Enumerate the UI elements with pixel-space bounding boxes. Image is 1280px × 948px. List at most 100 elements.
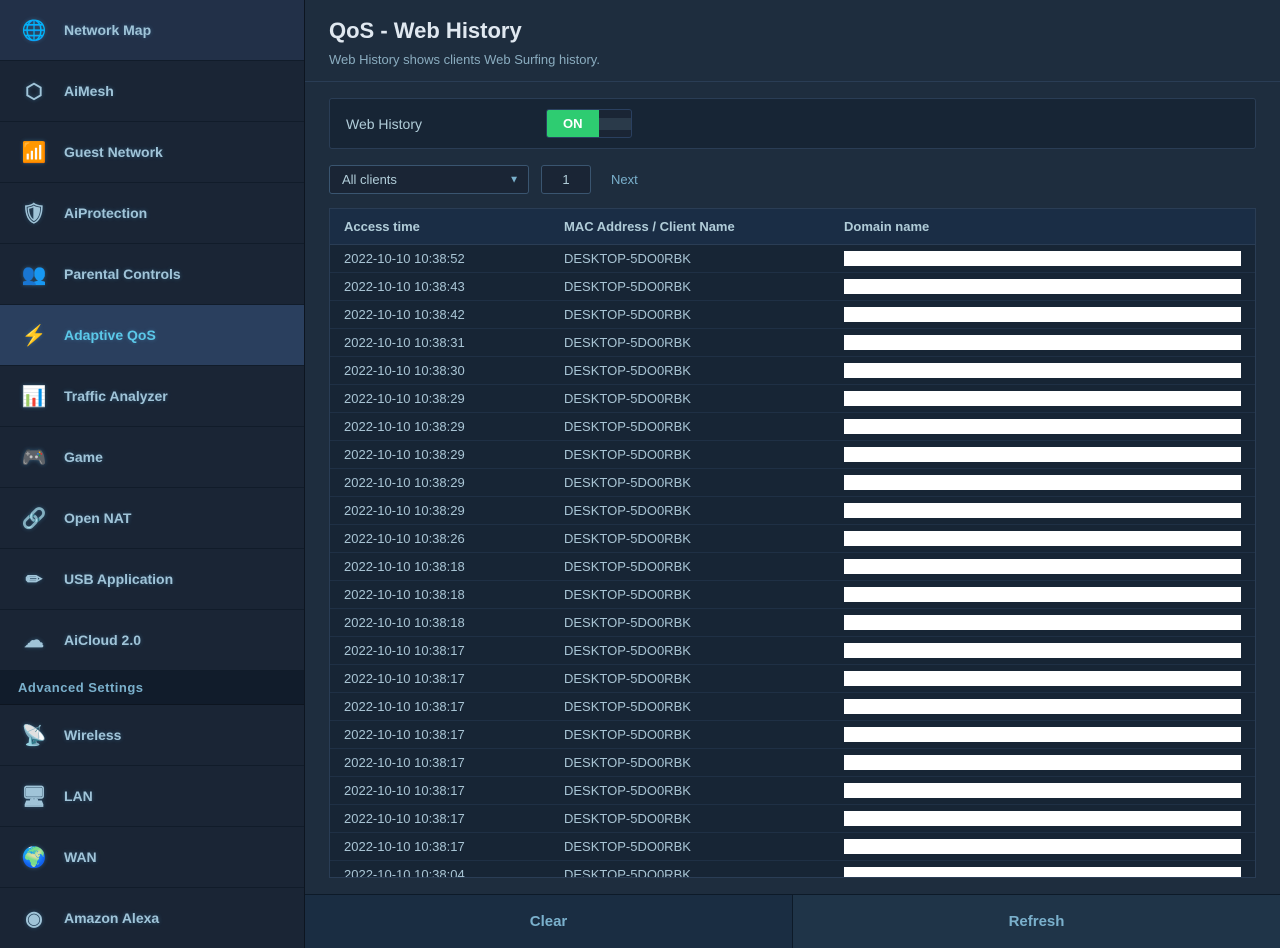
table-row: 2022-10-10 10:38:29DESKTOP-5DO0RBK: [330, 441, 1255, 469]
qos-icon: ⚡: [18, 319, 50, 351]
cell-time: 2022-10-10 10:38:18: [344, 615, 564, 630]
lan-icon: 🖥: [18, 780, 50, 812]
web-history-toggle[interactable]: ON: [546, 109, 632, 138]
cell-client: DESKTOP-5DO0RBK: [564, 503, 844, 518]
sidebar-item-aiprotection[interactable]: 🛡AiProtection: [0, 183, 304, 244]
cell-client: DESKTOP-5DO0RBK: [564, 419, 844, 434]
page-header: QoS - Web History Web History shows clie…: [305, 0, 1280, 82]
cell-domain: [844, 307, 1241, 322]
parents-icon: 👥: [18, 258, 50, 290]
globe-icon: 🌐: [18, 14, 50, 46]
cell-client: DESKTOP-5DO0RBK: [564, 867, 844, 877]
web-history-table: Access time MAC Address / Client Name Do…: [329, 208, 1256, 878]
cell-client: DESKTOP-5DO0RBK: [564, 811, 844, 826]
sidebar-item-game[interactable]: 🎮Game: [0, 427, 304, 488]
cell-client: DESKTOP-5DO0RBK: [564, 839, 844, 854]
wan-icon: 🌍: [18, 841, 50, 873]
cell-domain: [844, 783, 1241, 798]
cell-time: 2022-10-10 10:38:17: [344, 727, 564, 742]
sidebar-item-aicloud[interactable]: ☁AiCloud 2.0: [0, 610, 304, 671]
sidebar-item-guest-network[interactable]: 📶Guest Network: [0, 122, 304, 183]
cell-domain: [844, 447, 1241, 462]
footer-buttons: Clear Refresh: [305, 894, 1280, 948]
sidebar-item-usb-application[interactable]: ✏USB Application: [0, 549, 304, 610]
table-row: 2022-10-10 10:38:29DESKTOP-5DO0RBK: [330, 469, 1255, 497]
table-row: 2022-10-10 10:38:17DESKTOP-5DO0RBK: [330, 749, 1255, 777]
table-body: 2022-10-10 10:38:52DESKTOP-5DO0RBK2022-1…: [330, 245, 1255, 877]
cell-domain: [844, 587, 1241, 602]
cell-time: 2022-10-10 10:38:29: [344, 475, 564, 490]
cell-time: 2022-10-10 10:38:30: [344, 363, 564, 378]
sidebar: 🌐 Network Map ⬡AiMesh📶Guest Network🛡AiProt…: [0, 0, 305, 948]
sidebar-item-amazon-alexa[interactable]: ◉Amazon Alexa: [0, 888, 304, 948]
cell-time: 2022-10-10 10:38:04: [344, 867, 564, 877]
next-button[interactable]: Next: [603, 168, 646, 191]
cell-domain: [844, 699, 1241, 714]
sidebar-item-lan[interactable]: 🖥 LAN: [0, 766, 304, 827]
cell-time: 2022-10-10 10:38:17: [344, 839, 564, 854]
cell-time: 2022-10-10 10:38:17: [344, 699, 564, 714]
cell-domain: [844, 335, 1241, 350]
cell-domain: [844, 839, 1241, 854]
sidebar-item-aimesh[interactable]: ⬡AiMesh: [0, 61, 304, 122]
clear-button[interactable]: Clear: [305, 895, 793, 948]
table-row: 2022-10-10 10:38:17DESKTOP-5DO0RBK: [330, 777, 1255, 805]
refresh-button[interactable]: Refresh: [793, 895, 1280, 948]
client-select-wrapper: All clients: [329, 165, 529, 194]
client-filter-select[interactable]: All clients: [329, 165, 529, 194]
table-row: 2022-10-10 10:38:17DESKTOP-5DO0RBK: [330, 721, 1255, 749]
table-row: 2022-10-10 10:38:43DESKTOP-5DO0RBK: [330, 273, 1255, 301]
cell-time: 2022-10-10 10:38:52: [344, 251, 564, 266]
table-row: 2022-10-10 10:38:17DESKTOP-5DO0RBK: [330, 665, 1255, 693]
cell-client: DESKTOP-5DO0RBK: [564, 671, 844, 686]
cell-client: DESKTOP-5DO0RBK: [564, 251, 844, 266]
cell-client: DESKTOP-5DO0RBK: [564, 475, 844, 490]
cell-domain: [844, 755, 1241, 770]
sidebar-item-wan[interactable]: 🌍WAN: [0, 827, 304, 888]
cell-domain: [844, 531, 1241, 546]
col-access-time: Access time: [344, 219, 564, 234]
table-row: 2022-10-10 10:38:17DESKTOP-5DO0RBK: [330, 833, 1255, 861]
sidebar-item-open-nat[interactable]: 🔗Open NAT: [0, 488, 304, 549]
cell-domain: [844, 671, 1241, 686]
cell-time: 2022-10-10 10:38:29: [344, 419, 564, 434]
guest-icon: 📶: [18, 136, 50, 168]
sidebar-label-network-map: Network Map: [64, 22, 151, 38]
game-icon: 🎮: [18, 441, 50, 473]
cell-client: DESKTOP-5DO0RBK: [564, 587, 844, 602]
table-row: 2022-10-10 10:38:18DESKTOP-5DO0RBK: [330, 609, 1255, 637]
cell-time: 2022-10-10 10:38:29: [344, 503, 564, 518]
cell-client: DESKTOP-5DO0RBK: [564, 363, 844, 378]
cell-client: DESKTOP-5DO0RBK: [564, 755, 844, 770]
cell-time: 2022-10-10 10:38:18: [344, 559, 564, 574]
cell-domain: [844, 643, 1241, 658]
toggle-on-state[interactable]: ON: [547, 110, 599, 137]
cell-time: 2022-10-10 10:38:17: [344, 671, 564, 686]
cell-domain: [844, 727, 1241, 742]
sidebar-label-amazon-alexa: Amazon Alexa: [64, 910, 159, 926]
wireless-icon: 📡: [18, 719, 50, 751]
table-row: 2022-10-10 10:38:52DESKTOP-5DO0RBK: [330, 245, 1255, 273]
table-row: 2022-10-10 10:38:18DESKTOP-5DO0RBK: [330, 581, 1255, 609]
cell-client: DESKTOP-5DO0RBK: [564, 615, 844, 630]
table-row: 2022-10-10 10:38:42DESKTOP-5DO0RBK: [330, 301, 1255, 329]
cell-time: 2022-10-10 10:38:31: [344, 335, 564, 350]
sidebar-item-wireless[interactable]: 📡Wireless: [0, 705, 304, 766]
sidebar-item-adaptive-qos[interactable]: ⚡Adaptive QoS: [0, 305, 304, 366]
cell-time: 2022-10-10 10:38:17: [344, 783, 564, 798]
table-row: 2022-10-10 10:38:29DESKTOP-5DO0RBK: [330, 413, 1255, 441]
sidebar-item-traffic-analyzer[interactable]: 📊Traffic Analyzer: [0, 366, 304, 427]
page-subtitle: Web History shows clients Web Surfing hi…: [329, 52, 1256, 67]
sidebar-item-network-map[interactable]: 🌐 Network Map: [0, 0, 304, 61]
web-history-toggle-label: Web History: [346, 116, 546, 132]
cell-client: DESKTOP-5DO0RBK: [564, 279, 844, 294]
sidebar-item-parental-controls[interactable]: 👥Parental Controls: [0, 244, 304, 305]
page-number-input[interactable]: [541, 165, 591, 194]
sidebar-label-lan: LAN: [64, 788, 93, 804]
cell-client: DESKTOP-5DO0RBK: [564, 643, 844, 658]
toggle-off-state[interactable]: [599, 118, 631, 130]
cell-time: 2022-10-10 10:38:43: [344, 279, 564, 294]
cloud-icon: ☁: [18, 624, 50, 656]
main-content: QoS - Web History Web History shows clie…: [305, 0, 1280, 948]
cell-client: DESKTOP-5DO0RBK: [564, 727, 844, 742]
